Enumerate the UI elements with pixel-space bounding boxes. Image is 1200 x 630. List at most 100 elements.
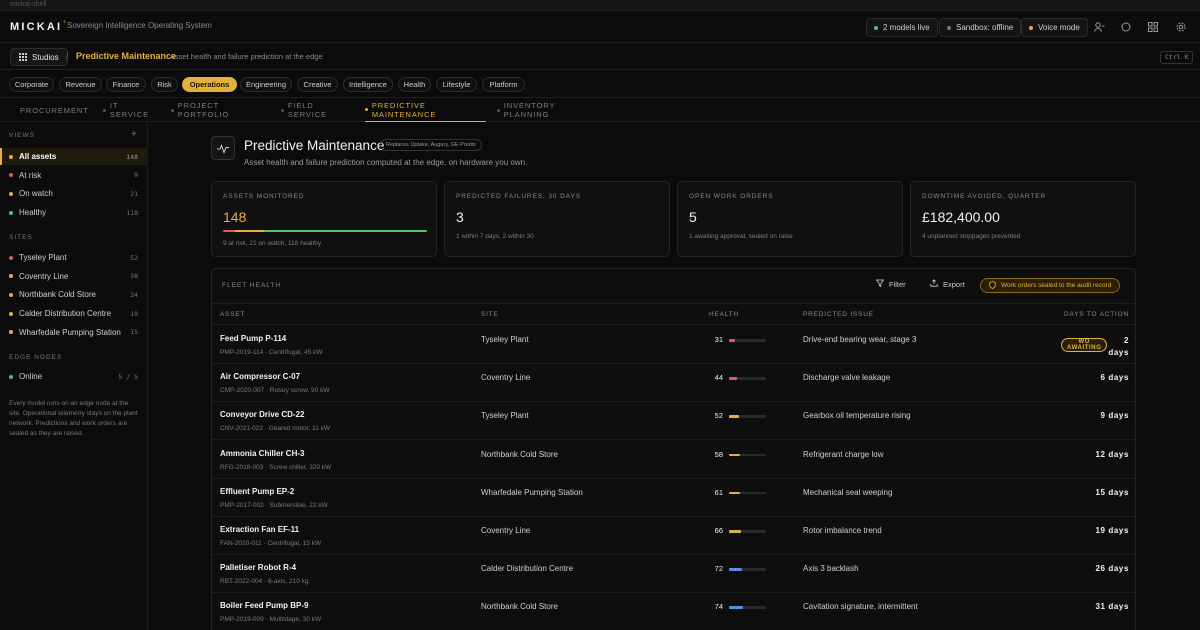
command-shortcut[interactable]: Ctrl K: [1160, 51, 1194, 64]
kpi-sub: 4 unplanned stoppages prevented: [922, 233, 1021, 240]
table-row[interactable]: Effluent Pump EP-2 PMP-2017-002 · Submers…: [212, 479, 1135, 517]
sidebar-item-edge-online[interactable]: Online 5 / 5: [0, 368, 147, 385]
pulse-icon: [211, 136, 235, 160]
asset-meta: CNV-2021-022 · Geared motor, 11 kW: [220, 425, 331, 433]
asset-name[interactable]: Feed Pump P-114: [220, 334, 286, 343]
sidebar-item-at-risk[interactable]: At risk 9: [0, 167, 147, 184]
export-button[interactable]: Export: [930, 279, 965, 289]
category-corporate[interactable]: Corporate: [9, 77, 54, 92]
health-distribution-segment: [264, 230, 427, 232]
days-to-action: 31 days: [1095, 602, 1129, 612]
asset-name[interactable]: Palletiser Robot R-4: [220, 563, 296, 572]
asset-meta: PMP-2019-114 · Centrifugal, 45 kW: [220, 349, 323, 356]
sidebar-item-healthy[interactable]: Healthy 118: [0, 204, 147, 221]
circle-icon[interactable]: [1120, 21, 1132, 33]
asset-name[interactable]: Ammonia Chiller CH-3: [220, 449, 304, 458]
sidebar-item-count: 5 / 5: [118, 372, 138, 381]
column-header-asset[interactable]: Asset: [220, 311, 245, 318]
asset-name[interactable]: Effluent Pump EP-2: [220, 487, 294, 496]
logo-text: MICKAI: [10, 21, 63, 33]
sidebar-item-coventry-line[interactable]: Coventry Line 38: [0, 268, 147, 285]
user-icon[interactable]: [1093, 21, 1105, 33]
asset-name[interactable]: Boiler Feed Pump BP-9: [220, 601, 308, 610]
column-header-days-to-action[interactable]: Days to action: [1064, 311, 1129, 318]
table-row[interactable]: Boiler Feed Pump BP-9 PMP-2019-009 · Mult…: [212, 593, 1135, 630]
category-risk[interactable]: Risk: [151, 77, 178, 92]
kpi-card-predicted-failures-30-days: Predicted failures, 30 days 3 1 within 7 d…: [444, 181, 670, 257]
sidebar-heading-edge: Edge nodes: [9, 354, 63, 361]
sandbox-pill[interactable]: Sandbox: offline: [939, 18, 1022, 37]
tab-procurement[interactable]: Procurement: [16, 98, 88, 122]
asset-name[interactable]: Extraction Fan EF-11: [220, 525, 299, 534]
tab-project-portfolio[interactable]: Project Portfolio: [171, 98, 267, 122]
status-dot-icon: [9, 274, 13, 279]
sidebar-item-calder-distribution-centre[interactable]: Calder Distribution Centre 19: [0, 305, 147, 322]
column-header-site[interactable]: Site: [481, 311, 499, 318]
table-row[interactable]: Extraction Fan EF-11 FAN-2020-011 · Centr…: [212, 517, 1135, 555]
health-value: 52: [714, 411, 723, 421]
asset-meta: FAN-2020-011 · Centrifugal, 15 kW: [220, 540, 322, 547]
studios-button[interactable]: Studios: [10, 48, 68, 66]
health-bar-fill: [729, 530, 742, 533]
kpi-card-assets-monitored: Assets monitored 148 9 at risk, 21 on watc…: [211, 181, 437, 257]
category-lifestyle[interactable]: Lifestyle: [436, 77, 477, 92]
sandbox-label: Sandbox: offline: [956, 23, 1014, 32]
tab-label: IT Service: [109, 101, 150, 119]
breadcrumb-description: Asset health and failure prediction at t…: [170, 52, 323, 61]
work-order-status-badge[interactable]: WO AWAITING: [1061, 338, 1108, 352]
table-row[interactable]: Conveyor Drive CD-22 CNV-2021-022 · Geare…: [212, 402, 1135, 441]
asset-meta: CMP-2020-007 · Rotary screw, 90 kW: [220, 387, 330, 395]
sealed-audit-label: Work orders sealed to the audit record: [1001, 282, 1112, 289]
sidebar-item-label: At risk: [19, 170, 42, 180]
tab-predictive-maintenance[interactable]: Predictive Maintenance: [365, 98, 486, 122]
sidebar-item-all-assets[interactable]: All assets 148: [0, 148, 147, 165]
category-engineering[interactable]: Engineering: [240, 77, 292, 92]
category-operations[interactable]: Operations: [182, 77, 237, 92]
table-row[interactable]: Ammonia Chiller CH-3 RFG-2018-003 · Screw…: [212, 441, 1135, 479]
health-bar: [729, 377, 766, 380]
sidebar-item-tyseley-plant[interactable]: Tyseley Plant 52: [0, 249, 147, 266]
filter-button[interactable]: Filter: [875, 279, 906, 289]
health-bar: [729, 568, 766, 571]
models-live-pill[interactable]: 2 models live: [866, 18, 938, 37]
column-header-health[interactable]: Health: [709, 311, 739, 318]
asset-name[interactable]: Air Compressor C-07: [220, 372, 300, 381]
app-logo[interactable]: MICKAI°: [10, 21, 66, 33]
asset-name[interactable]: Conveyor Drive CD-22: [220, 410, 304, 419]
gear-icon[interactable]: [1175, 21, 1187, 33]
tab-inventory-planning[interactable]: Inventory Planning: [497, 98, 596, 122]
page-subtitle: Asset health and failure prediction comp…: [244, 158, 528, 167]
sealed-audit-badge[interactable]: Work orders sealed to the audit record: [980, 278, 1121, 293]
category-platform[interactable]: Platform: [482, 77, 525, 92]
sidebar-item-on-watch[interactable]: On watch 21: [0, 185, 147, 202]
health-bar: [729, 415, 766, 418]
column-header-predicted-issue[interactable]: Predicted issue: [803, 311, 874, 318]
table-row[interactable]: Feed Pump P-114 PMP-2019-114 · Centrifuga…: [212, 326, 1135, 364]
sidebar-item-northbank-cold-store[interactable]: Northbank Cold Store 24: [0, 286, 147, 303]
tab-field-service[interactable]: Field Service: [281, 98, 354, 122]
add-view-button[interactable]: +: [131, 129, 137, 140]
health-bar: [729, 606, 766, 609]
studios-label: Studios: [32, 52, 59, 62]
category-health[interactable]: Health: [398, 77, 431, 92]
replaces-badge: Replaces Uptake, Augury, GE Predix: [380, 139, 482, 151]
export-icon: [930, 279, 938, 289]
health-value: 44: [714, 373, 723, 383]
health-bar: [729, 453, 766, 457]
health-value: 31: [714, 335, 723, 344]
sidebar-item-wharfedale-pumping-station[interactable]: Wharfedale Pumping Station 15: [0, 324, 147, 341]
sidebar-item-count: 21: [130, 189, 138, 198]
category-creative[interactable]: Creative: [297, 77, 338, 92]
table-row[interactable]: Palletiser Robot R-4 RBT-2022-004 · 6-axi…: [212, 555, 1135, 594]
breadcrumb-current[interactable]: Predictive Maintenance: [76, 51, 176, 61]
category-revenue[interactable]: Revenue: [59, 77, 102, 92]
table-row[interactable]: Air Compressor C-07 CMP-2020-007 · Rotary…: [212, 364, 1135, 403]
category-finance[interactable]: Finance: [106, 77, 146, 92]
tab-it-service[interactable]: IT Service: [103, 98, 159, 122]
app-tagline: Sovereign Intelligence Operating System: [67, 21, 212, 30]
category-intelligence[interactable]: Intelligence: [343, 77, 393, 92]
grid-icon[interactable]: [1147, 21, 1159, 33]
health-bar-fill: [729, 491, 741, 495]
voice-mode-pill[interactable]: Voice mode: [1021, 18, 1088, 37]
sidebar: Views + All assets 148 At risk 9 On watch 21 H…: [0, 122, 148, 630]
